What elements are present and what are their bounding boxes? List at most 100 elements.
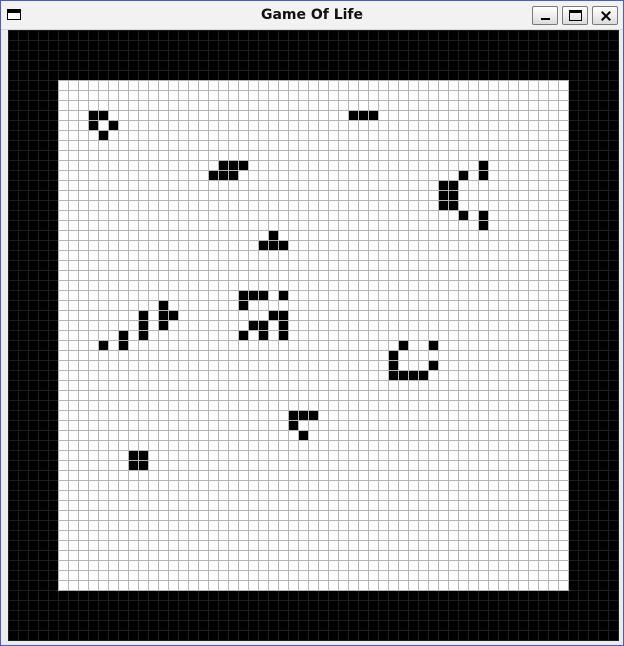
dead-cell[interactable] <box>59 561 68 570</box>
dead-cell[interactable] <box>469 301 478 310</box>
dead-cell[interactable] <box>349 581 358 590</box>
dead-cell[interactable] <box>489 431 498 440</box>
dead-cell[interactable] <box>89 321 98 330</box>
dead-cell[interactable] <box>529 241 538 250</box>
dead-cell[interactable] <box>249 551 258 560</box>
dead-cell[interactable] <box>279 491 288 500</box>
dead-cell[interactable] <box>199 361 208 370</box>
dead-cell[interactable] <box>539 271 548 280</box>
dead-cell[interactable] <box>539 291 548 300</box>
dead-cell[interactable] <box>389 261 398 270</box>
dead-cell[interactable] <box>89 131 98 140</box>
dead-cell[interactable] <box>219 361 228 370</box>
dead-cell[interactable] <box>519 551 528 560</box>
dead-cell[interactable] <box>229 451 238 460</box>
dead-cell[interactable] <box>559 181 568 190</box>
dead-cell[interactable] <box>509 451 518 460</box>
dead-cell[interactable] <box>479 241 488 250</box>
dead-cell[interactable] <box>419 221 428 230</box>
dead-cell[interactable] <box>109 391 118 400</box>
dead-cell[interactable] <box>219 551 228 560</box>
dead-cell[interactable] <box>199 81 208 90</box>
dead-cell[interactable] <box>129 501 138 510</box>
dead-cell[interactable] <box>419 91 428 100</box>
dead-cell[interactable] <box>379 271 388 280</box>
dead-cell[interactable] <box>169 231 178 240</box>
dead-cell[interactable] <box>329 371 338 380</box>
dead-cell[interactable] <box>469 331 478 340</box>
dead-cell[interactable] <box>529 551 538 560</box>
dead-cell[interactable] <box>239 581 248 590</box>
dead-cell[interactable] <box>299 101 308 110</box>
dead-cell[interactable] <box>359 491 368 500</box>
dead-cell[interactable] <box>509 471 518 480</box>
dead-cell[interactable] <box>59 581 68 590</box>
dead-cell[interactable] <box>199 91 208 100</box>
live-cell[interactable] <box>259 321 268 330</box>
dead-cell[interactable] <box>449 241 458 250</box>
dead-cell[interactable] <box>539 391 548 400</box>
dead-cell[interactable] <box>479 331 488 340</box>
dead-cell[interactable] <box>439 551 448 560</box>
dead-cell[interactable] <box>499 571 508 580</box>
dead-cell[interactable] <box>559 581 568 590</box>
dead-cell[interactable] <box>359 421 368 430</box>
dead-cell[interactable] <box>409 391 418 400</box>
dead-cell[interactable] <box>519 171 528 180</box>
dead-cell[interactable] <box>489 151 498 160</box>
dead-cell[interactable] <box>119 101 128 110</box>
dead-cell[interactable] <box>159 101 168 110</box>
dead-cell[interactable] <box>399 81 408 90</box>
dead-cell[interactable] <box>529 351 538 360</box>
dead-cell[interactable] <box>149 211 158 220</box>
dead-cell[interactable] <box>109 571 118 580</box>
dead-cell[interactable] <box>109 211 118 220</box>
dead-cell[interactable] <box>279 101 288 110</box>
dead-cell[interactable] <box>389 561 398 570</box>
dead-cell[interactable] <box>559 171 568 180</box>
dead-cell[interactable] <box>99 281 108 290</box>
dead-cell[interactable] <box>479 561 488 570</box>
dead-cell[interactable] <box>239 431 248 440</box>
dead-cell[interactable] <box>149 151 158 160</box>
dead-cell[interactable] <box>59 121 68 130</box>
dead-cell[interactable] <box>219 441 228 450</box>
dead-cell[interactable] <box>79 261 88 270</box>
dead-cell[interactable] <box>249 401 258 410</box>
dead-cell[interactable] <box>259 311 268 320</box>
dead-cell[interactable] <box>269 581 278 590</box>
dead-cell[interactable] <box>379 571 388 580</box>
dead-cell[interactable] <box>89 461 98 470</box>
dead-cell[interactable] <box>349 551 358 560</box>
live-cell[interactable] <box>279 321 288 330</box>
dead-cell[interactable] <box>459 291 468 300</box>
dead-cell[interactable] <box>69 381 78 390</box>
dead-cell[interactable] <box>339 161 348 170</box>
maximize-button[interactable] <box>562 6 588 25</box>
dead-cell[interactable] <box>159 421 168 430</box>
dead-cell[interactable] <box>189 251 198 260</box>
dead-cell[interactable] <box>99 381 108 390</box>
dead-cell[interactable] <box>149 111 158 120</box>
dead-cell[interactable] <box>109 291 118 300</box>
dead-cell[interactable] <box>429 91 438 100</box>
dead-cell[interactable] <box>259 491 268 500</box>
dead-cell[interactable] <box>519 421 528 430</box>
dead-cell[interactable] <box>369 471 378 480</box>
dead-cell[interactable] <box>299 81 308 90</box>
dead-cell[interactable] <box>149 271 158 280</box>
dead-cell[interactable] <box>529 101 538 110</box>
dead-cell[interactable] <box>539 471 548 480</box>
dead-cell[interactable] <box>209 481 218 490</box>
dead-cell[interactable] <box>249 301 258 310</box>
dead-cell[interactable] <box>269 281 278 290</box>
dead-cell[interactable] <box>339 561 348 570</box>
dead-cell[interactable] <box>449 481 458 490</box>
dead-cell[interactable] <box>559 561 568 570</box>
dead-cell[interactable] <box>199 431 208 440</box>
dead-cell[interactable] <box>499 261 508 270</box>
dead-cell[interactable] <box>219 321 228 330</box>
dead-cell[interactable] <box>89 161 98 170</box>
dead-cell[interactable] <box>149 521 158 530</box>
dead-cell[interactable] <box>239 231 248 240</box>
